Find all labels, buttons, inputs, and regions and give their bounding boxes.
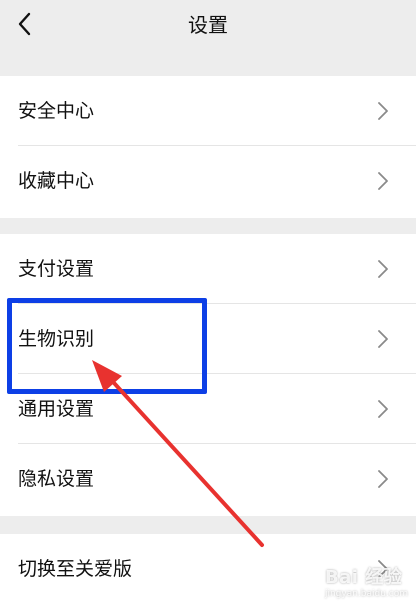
settings-item-favorites-center[interactable]: 收藏中心 — [0, 146, 416, 216]
header-bar: 设置 — [0, 0, 416, 56]
chevron-right-icon — [376, 258, 390, 280]
settings-item-payment-settings[interactable]: 支付设置 — [0, 234, 416, 304]
settings-item-label: 切换至关爱版 — [18, 558, 133, 580]
settings-item-label: 支付设置 — [18, 258, 95, 280]
chevron-right-icon — [376, 170, 390, 192]
watermark-subtext: jingyan.baidu.com — [324, 589, 408, 599]
chevron-right-icon — [376, 398, 390, 420]
settings-item-label: 通用设置 — [18, 398, 95, 420]
settings-item-label: 收藏中心 — [18, 170, 95, 192]
watermark-text: Bai 经验 — [324, 567, 403, 588]
watermark-logo: Bai 经验 jingyan.baidu.com — [325, 563, 408, 599]
settings-item-privacy-settings[interactable]: 隐私设置 — [0, 444, 416, 514]
chevron-right-icon — [376, 100, 390, 122]
settings-group-account: 安全中心 收藏中心 — [0, 76, 416, 218]
settings-item-label: 隐私设置 — [18, 468, 95, 490]
highlight-box — [7, 298, 207, 394]
page-title: 设置 — [188, 13, 228, 37]
chevron-right-icon — [376, 328, 390, 350]
settings-item-security-center[interactable]: 安全中心 — [0, 76, 416, 146]
settings-item-label: 安全中心 — [18, 100, 95, 122]
chevron-right-icon — [376, 468, 390, 490]
